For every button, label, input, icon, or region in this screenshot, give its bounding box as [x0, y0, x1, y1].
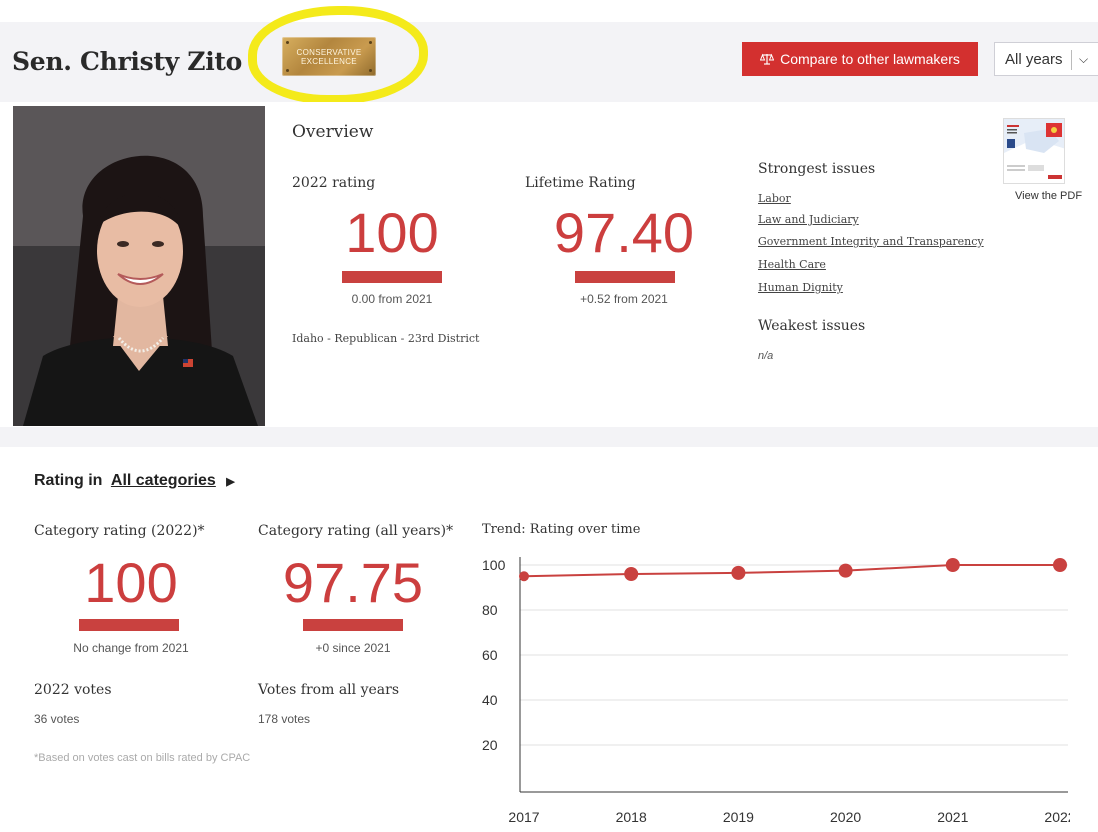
lawmaker-photo — [13, 106, 265, 426]
votes-2022-label: 2022 votes — [34, 682, 112, 698]
data-point — [519, 571, 529, 582]
view-pdf-link[interactable]: View the PDF — [1015, 190, 1082, 202]
category-2022-bar — [79, 619, 179, 631]
category-all-bar — [303, 619, 403, 631]
category-2022-label: Category rating (2022)* — [34, 523, 205, 539]
lifetime-rating-label: Lifetime Rating — [525, 175, 636, 191]
trend-chart: 20 40 60 80 100 2017 2018 2019 2020 2021 2022 — [482, 557, 1070, 825]
issue-link-labor[interactable]: Labor — [758, 192, 791, 205]
y-tick-label: 60 — [482, 647, 498, 663]
years-dropdown[interactable]: All years ⌵ — [994, 42, 1098, 76]
x-tick-label: 2018 — [616, 809, 647, 825]
data-point — [838, 563, 853, 578]
category-2022-change: No change from 2021 — [73, 641, 189, 655]
y-tick-label: 100 — [482, 557, 506, 573]
lifetime-rating-bar — [575, 271, 675, 283]
dropdown-separator — [1071, 50, 1072, 70]
data-point — [945, 558, 960, 572]
strongest-issues-title: Strongest issues — [758, 161, 876, 177]
data-point — [1053, 558, 1067, 572]
issue-link-law-judiciary[interactable]: Law and Judiciary — [758, 213, 859, 226]
issue-link-human-dignity[interactable]: Human Dignity — [758, 281, 843, 294]
y-tick-label: 80 — [482, 602, 498, 618]
caret-right-icon[interactable]: ▶ — [226, 476, 234, 488]
x-tick-label: 2021 — [937, 809, 968, 825]
current-rating-bar — [342, 271, 442, 283]
issue-link-government-integrity[interactable]: Government Integrity and Transparency — [758, 235, 984, 248]
compare-lawmakers-button[interactable]: Compare to other lawmakers — [742, 42, 978, 76]
current-rating-value: 100 — [345, 201, 439, 264]
compare-button-label: Compare to other lawmakers — [780, 51, 960, 67]
category-all-label: Category rating (all years)* — [258, 523, 454, 539]
weakest-issues-title: Weakest issues — [758, 318, 866, 334]
x-tick-label: 2017 — [508, 809, 539, 825]
district-info: Idaho - Republican - 23rd District — [292, 332, 480, 345]
badge-line-1: CONSERVATIVE — [296, 47, 362, 57]
category-all-value: 97.75 — [282, 551, 424, 614]
chevron-down-icon[interactable]: ⌵ — [1079, 52, 1088, 67]
conservative-excellence-badge: CONSERVATIVE EXCELLENCE — [282, 37, 376, 76]
rating-in-prefix: Rating in — [34, 472, 103, 489]
pdf-thumbnail[interactable] — [1003, 118, 1065, 184]
data-point — [731, 565, 746, 580]
lifetime-rating-change: +0.52 from 2021 — [580, 292, 668, 306]
scales-icon — [760, 53, 775, 65]
votes-2022-value: 36 votes — [34, 712, 80, 726]
rating-in-heading: Rating in All categories ▶ — [34, 472, 235, 490]
overview-title: Overview — [292, 122, 374, 142]
section-divider — [0, 427, 1098, 447]
category-2022-value: 100 — [84, 551, 178, 614]
weakest-issues-value: n/a — [758, 350, 774, 362]
years-dropdown-value: All years — [1005, 50, 1063, 68]
issue-link-health-care[interactable]: Health Care — [758, 258, 826, 271]
footnote: *Based on votes cast on bills rated by C… — [34, 752, 251, 764]
data-point — [624, 567, 639, 581]
trend-chart-title: Trend: Rating over time — [482, 522, 641, 537]
category-selector-link[interactable]: All categories — [111, 472, 216, 489]
x-tick-label: 2019 — [723, 809, 754, 825]
votes-all-label: Votes from all years — [258, 682, 399, 698]
votes-all-value: 178 votes — [258, 712, 311, 726]
trend-line — [523, 564, 1060, 578]
current-rating-change: 0.00 from 2021 — [351, 292, 433, 306]
category-all-change: +0 since 2021 — [315, 641, 391, 655]
lawmaker-name: Sen. Christy Zito — [12, 47, 243, 76]
badge-line-2: EXCELLENCE — [301, 56, 357, 66]
current-rating-label: 2022 rating — [292, 175, 376, 191]
y-tick-label: 40 — [482, 692, 498, 708]
lifetime-rating-value: 97.40 — [553, 201, 695, 264]
x-tick-label: 2020 — [830, 809, 861, 825]
y-tick-label: 20 — [482, 737, 498, 753]
x-tick-label: 2022 — [1044, 809, 1070, 825]
